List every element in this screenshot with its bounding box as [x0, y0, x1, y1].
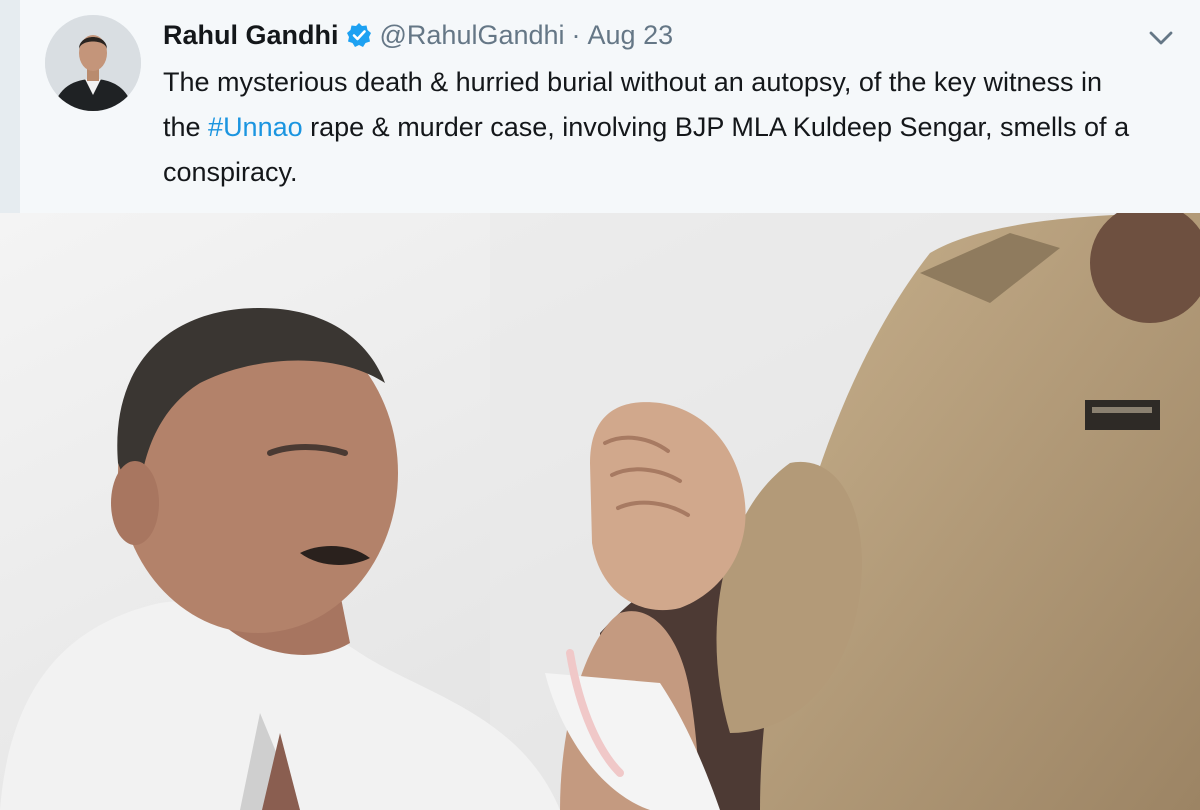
author-handle[interactable]: @RahulGandhi: [380, 20, 565, 51]
tweet-header: Rahul Gandhi @RahulGandhi · Aug 23: [163, 17, 673, 53]
verified-icon: [346, 22, 372, 48]
tweet-text: The mysterious death & hurried burial wi…: [163, 60, 1173, 195]
tweet-card[interactable]: Rahul Gandhi @RahulGandhi · Aug 23 The m…: [0, 0, 1200, 213]
separator-dot: ·: [571, 19, 581, 50]
tweet-text-line: The mysterious death & hurried burial wi…: [163, 67, 1102, 97]
chevron-down-icon[interactable]: [1146, 26, 1176, 50]
hashtag-link[interactable]: #Unnao: [208, 112, 303, 142]
tweet-timestamp[interactable]: Aug 23: [588, 20, 674, 51]
tweet-text-line: conspiracy.: [163, 157, 298, 187]
tweet-text-fragment: the: [163, 112, 209, 142]
avatar[interactable]: [45, 15, 141, 111]
author-name[interactable]: Rahul Gandhi: [163, 20, 339, 51]
tweet-text-fragment: rape & murder case, involving BJP MLA Ku…: [302, 112, 1130, 142]
timeline-border: [0, 0, 20, 213]
tweet-text-line: the #Unnao rape & murder case, involving…: [163, 105, 1173, 150]
tweet-media-photo[interactable]: [0, 213, 1200, 810]
